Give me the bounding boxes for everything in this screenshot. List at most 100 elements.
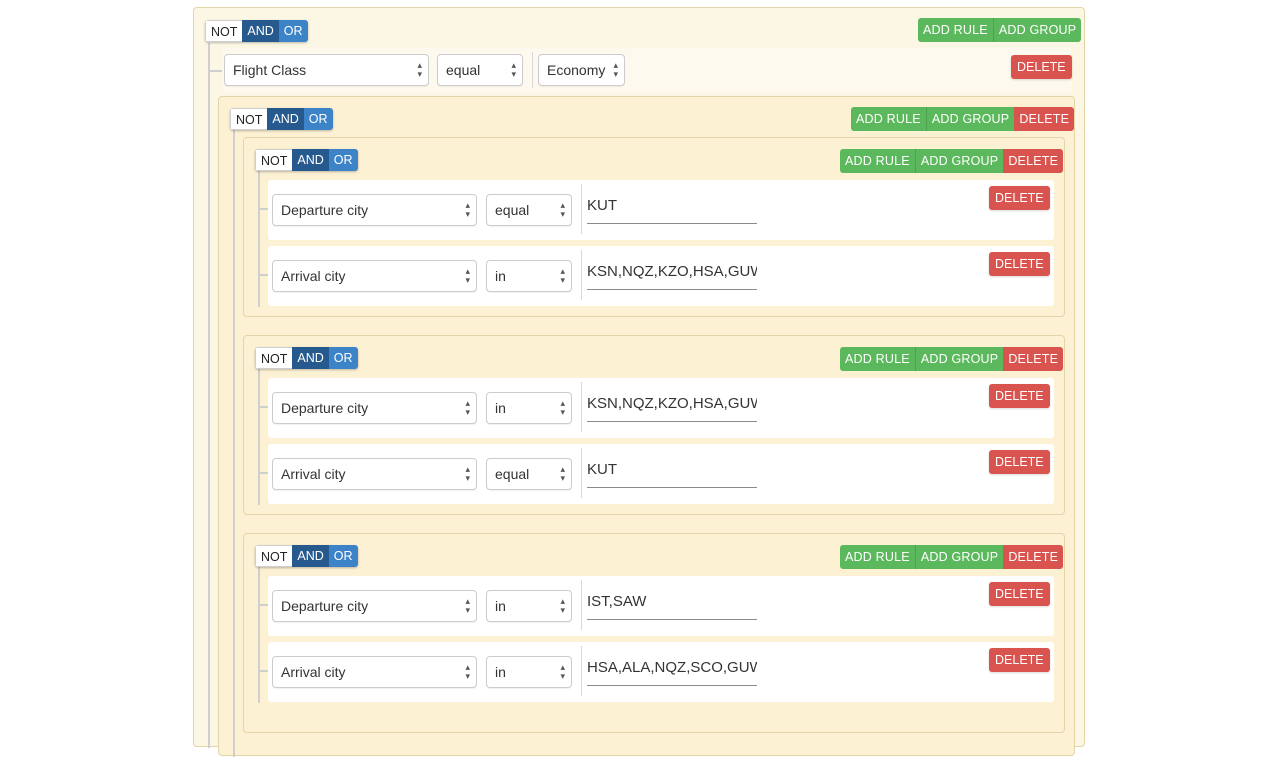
chevron-updown-icon: ▴ ▾ — [417, 60, 422, 79]
connector-line — [258, 171, 260, 307]
outer-delete-button[interactable]: DELETE — [1014, 107, 1075, 131]
group3-and-toggle[interactable]: AND — [292, 545, 329, 567]
field-select[interactable]: Departure city ▴ ▾ — [272, 194, 477, 226]
chevron-updown-icon: ▴ ▾ — [560, 200, 565, 219]
group2-actions: ADD RULE ADD GROUP DELETE — [840, 347, 1064, 371]
root-add-rule-button[interactable]: ADD RULE — [918, 18, 993, 42]
outer-and-toggle[interactable]: AND — [267, 108, 304, 130]
field-select[interactable]: Arrival city ▴ ▾ — [272, 656, 477, 688]
delete-rule-button[interactable]: DELETE — [989, 186, 1050, 210]
group2-or-toggle[interactable]: OR — [328, 347, 358, 369]
chevron-updown-icon: ▴ ▾ — [465, 398, 470, 417]
group2-and-toggle[interactable]: AND — [292, 347, 329, 369]
delete-rule-button[interactable]: DELETE — [989, 252, 1050, 276]
outer-not-toggle[interactable]: NOT — [230, 108, 268, 130]
operator-select[interactable]: in ▴ ▾ — [486, 590, 572, 622]
connector-line — [208, 43, 210, 748]
rule-row: Arrival city ▴▾ in ▴▾ DELETE — [268, 246, 1054, 306]
group1-combinator-toggle: NOT AND OR — [255, 149, 358, 171]
group3-delete-button[interactable]: DELETE — [1003, 545, 1064, 569]
value-input[interactable] — [587, 590, 757, 620]
divider — [532, 52, 533, 88]
query-builder-root: NOT AND OR ADD RULE ADD GROUP Flight Cla… — [193, 7, 1085, 757]
chevron-updown-icon: ▴ ▾ — [560, 596, 565, 615]
chevron-updown-icon: ▴ ▾ — [465, 200, 470, 219]
field-select[interactable]: Arrival city ▴ ▾ — [272, 458, 477, 490]
group1-add-group-button[interactable]: ADD GROUP — [914, 149, 1004, 173]
divider — [581, 382, 582, 432]
connector-line — [258, 369, 260, 505]
outer-add-group-button[interactable]: ADD GROUP — [925, 107, 1015, 131]
outer-combinator-toggle: NOT AND OR — [230, 108, 333, 130]
delete-rule-button[interactable]: DELETE — [989, 648, 1050, 672]
group1-not-toggle[interactable]: NOT — [255, 149, 293, 171]
value-input[interactable] — [587, 392, 757, 422]
value-select[interactable]: Economy ▴ ▾ — [538, 54, 625, 86]
group2-not-toggle[interactable]: NOT — [255, 347, 293, 369]
group1-and-toggle[interactable]: AND — [292, 149, 329, 171]
group1-add-rule-button[interactable]: ADD RULE — [840, 149, 915, 173]
operator-select[interactable]: in ▴ ▾ — [486, 656, 572, 688]
rule-row: Departure city ▴▾ equal ▴▾ DELETE — [268, 180, 1054, 240]
field-select[interactable]: Arrival city ▴ ▾ — [272, 260, 477, 292]
chevron-updown-icon: ▴ ▾ — [613, 60, 618, 79]
group3-add-rule-button[interactable]: ADD RULE — [840, 545, 915, 569]
group3-combinator-toggle: NOT AND OR — [255, 545, 358, 567]
group1-actions: ADD RULE ADD GROUP DELETE — [840, 149, 1064, 173]
sub-group-1: NOT AND OR ADD RULE ADD GROUP DELETE Dep… — [243, 137, 1065, 317]
root-actions: ADD RULE ADD GROUP — [918, 18, 1082, 42]
sub-group-2: NOT AND OR ADD RULE ADD GROUP DELETE Dep… — [243, 335, 1065, 515]
divider — [581, 250, 582, 300]
operator-select[interactable]: in ▴ ▾ — [486, 260, 572, 292]
sub-group-3: NOT AND OR ADD RULE ADD GROUP DELETE Dep… — [243, 533, 1065, 733]
chevron-updown-icon: ▴ ▾ — [511, 60, 516, 79]
value-input[interactable] — [587, 260, 757, 290]
value-input[interactable] — [587, 656, 757, 686]
root-rule: Flight Class ▴ ▾ equal ▴ ▾ Economy ▴ ▾ DELE… — [222, 48, 1072, 92]
field-select[interactable]: Departure city ▴ ▾ — [272, 392, 477, 424]
operator-select[interactable]: equal ▴ ▾ — [486, 194, 572, 226]
field-select[interactable]: Flight Class ▴ ▾ — [224, 54, 429, 86]
group2-add-rule-button[interactable]: ADD RULE — [840, 347, 915, 371]
outer-or-toggle[interactable]: OR — [303, 108, 333, 130]
chevron-updown-icon: ▴ ▾ — [465, 266, 470, 285]
rule-row: Arrival city ▴▾ in ▴▾ DELETE — [268, 642, 1054, 702]
rule-row: Departure city ▴▾ in ▴▾ DELETE — [268, 576, 1054, 636]
group2-add-group-button[interactable]: ADD GROUP — [914, 347, 1004, 371]
group3-actions: ADD RULE ADD GROUP DELETE — [840, 545, 1064, 569]
chevron-updown-icon: ▴ ▾ — [465, 596, 470, 615]
operator-select[interactable]: equal ▴ ▾ — [486, 458, 572, 490]
group1-or-toggle[interactable]: OR — [328, 149, 358, 171]
divider — [581, 448, 582, 498]
outer-actions: ADD RULE ADD GROUP DELETE — [851, 107, 1075, 131]
root-or-toggle[interactable]: OR — [278, 20, 308, 42]
chevron-updown-icon: ▴ ▾ — [560, 266, 565, 285]
root-not-toggle[interactable]: NOT — [205, 20, 243, 42]
value-input[interactable] — [587, 194, 757, 224]
connector-line — [233, 130, 235, 757]
chevron-updown-icon: ▴ ▾ — [560, 662, 565, 681]
group3-add-group-button[interactable]: ADD GROUP — [914, 545, 1004, 569]
group3-not-toggle[interactable]: NOT — [255, 545, 293, 567]
root-add-group-button[interactable]: ADD GROUP — [992, 18, 1082, 42]
operator-select[interactable]: equal ▴ ▾ — [437, 54, 523, 86]
outer-group: NOT AND OR ADD RULE ADD GROUP DELETE NOT… — [218, 96, 1075, 757]
field-select[interactable]: Departure city ▴ ▾ — [272, 590, 477, 622]
delete-rule-button[interactable]: DELETE — [1011, 55, 1072, 79]
delete-rule-button[interactable]: DELETE — [989, 384, 1050, 408]
delete-rule-button[interactable]: DELETE — [989, 582, 1050, 606]
group2-delete-button[interactable]: DELETE — [1003, 347, 1064, 371]
root-combinator-toggle: NOT AND OR — [205, 20, 308, 42]
chevron-updown-icon: ▴ ▾ — [560, 464, 565, 483]
delete-rule-button[interactable]: DELETE — [989, 450, 1050, 474]
chevron-updown-icon: ▴ ▾ — [465, 464, 470, 483]
divider — [581, 580, 582, 630]
root-and-toggle[interactable]: AND — [242, 20, 279, 42]
operator-select[interactable]: in ▴ ▾ — [486, 392, 572, 424]
group2-combinator-toggle: NOT AND OR — [255, 347, 358, 369]
group1-delete-button[interactable]: DELETE — [1003, 149, 1064, 173]
outer-add-rule-button[interactable]: ADD RULE — [851, 107, 926, 131]
value-input[interactable] — [587, 458, 757, 488]
divider — [581, 646, 582, 696]
group3-or-toggle[interactable]: OR — [328, 545, 358, 567]
